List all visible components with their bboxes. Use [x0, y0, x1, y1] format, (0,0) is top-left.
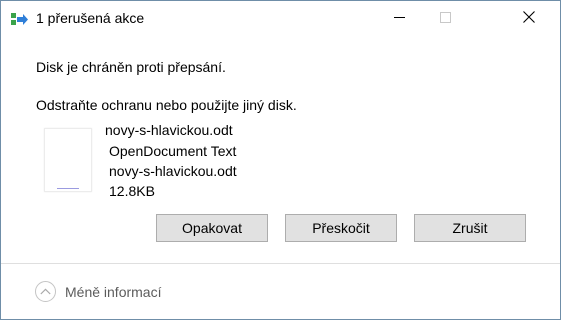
- minimize-icon: [393, 10, 405, 28]
- file-type: OpenDocument Text: [109, 143, 237, 159]
- window-title: 1 přerušená akce: [36, 10, 145, 26]
- minimize-button[interactable]: [376, 1, 422, 37]
- file-operation-dialog: 1 přerušená akce Disk je chráněn proti p…: [0, 0, 561, 320]
- file-thumbnail: [44, 128, 92, 192]
- fewer-details-label: Méně informací: [65, 283, 162, 300]
- fewer-details-toggle[interactable]: Méně informací: [35, 281, 161, 302]
- error-message: Disk je chráněn proti přepsání.: [36, 59, 226, 75]
- file-name: novy-s-hlavickou.odt: [105, 122, 233, 138]
- maximize-icon: [439, 10, 451, 28]
- retry-button[interactable]: Opakovat: [156, 214, 268, 242]
- file-copy-icon: [11, 13, 28, 27]
- skip-button[interactable]: Přeskočit: [285, 214, 397, 242]
- instruction-message: Odstraňte ochranu nebo použijte jiný dis…: [36, 97, 297, 113]
- file-name-detail: novy-s-hlavickou.odt: [109, 163, 237, 179]
- maximize-button[interactable]: [422, 1, 468, 37]
- chevron-up-icon: [35, 281, 56, 302]
- title-bar[interactable]: 1 přerušená akce: [1, 1, 560, 37]
- file-size: 12.8KB: [109, 183, 155, 199]
- thumbnail-text-line: [57, 188, 79, 189]
- footer: Méně informací: [1, 264, 560, 319]
- close-icon: [523, 10, 535, 28]
- cancel-button[interactable]: Zrušit: [414, 214, 526, 242]
- close-button[interactable]: [506, 1, 552, 37]
